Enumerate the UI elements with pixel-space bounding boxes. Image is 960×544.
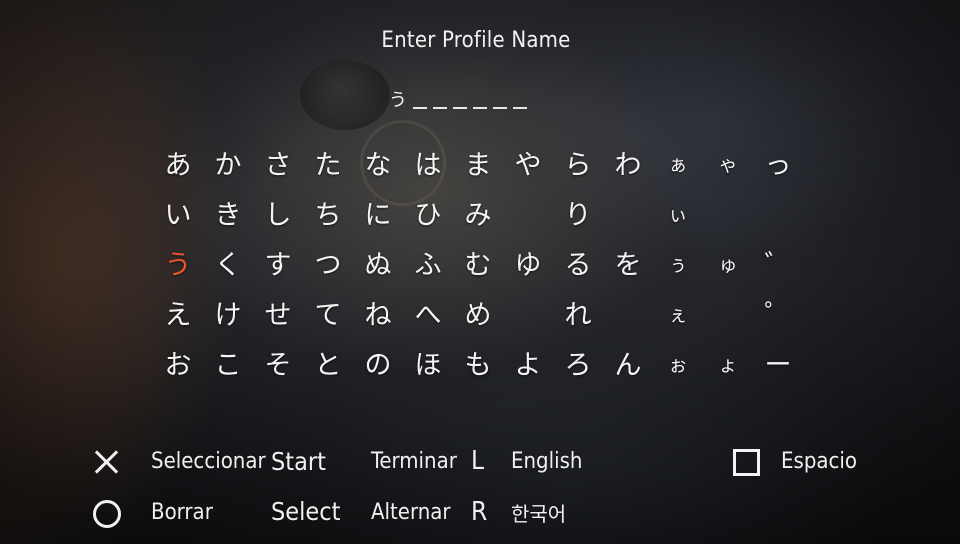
- cross-action-label: Seleccionar: [151, 449, 266, 474]
- l-key-label: L: [471, 446, 485, 476]
- kana-key[interactable]: ょ: [708, 345, 748, 385]
- kana-key[interactable]: ま: [458, 145, 498, 185]
- kana-key[interactable]: ち: [308, 195, 348, 235]
- l-action-label: English: [511, 449, 583, 474]
- kana-key[interactable]: よ: [508, 345, 548, 385]
- kana-key[interactable]: こ: [208, 345, 248, 385]
- kana-key[interactable]: り: [558, 195, 598, 235]
- kana-key[interactable]: う: [158, 245, 198, 285]
- kana-key[interactable]: ぅ: [658, 245, 698, 285]
- select-action-label: Alternar: [371, 500, 451, 525]
- kana-key[interactable]: け: [208, 295, 248, 335]
- kana-key[interactable]: っ: [758, 145, 798, 185]
- start-key-label: Start: [271, 447, 326, 476]
- square-button-icon: [733, 449, 760, 476]
- kana-key[interactable]: ゅ: [708, 245, 748, 285]
- kana-key[interactable]: ほ: [408, 345, 448, 385]
- kana-key[interactable]: な: [358, 145, 398, 185]
- kana-key[interactable]: ぇ: [658, 295, 698, 335]
- kana-key[interactable]: ゛: [758, 245, 798, 285]
- square-action-label: Espacio: [781, 449, 858, 474]
- kana-key[interactable]: へ: [408, 295, 448, 335]
- kana-key[interactable]: き: [208, 195, 248, 235]
- kana-key[interactable]: ゃ: [708, 145, 748, 185]
- kana-key[interactable]: す: [258, 245, 298, 285]
- kana-key[interactable]: は: [408, 145, 448, 185]
- kana-key[interactable]: み: [458, 195, 498, 235]
- kana-key[interactable]: る: [558, 245, 598, 285]
- kana-key[interactable]: ろ: [558, 345, 598, 385]
- kana-key[interactable]: お: [158, 345, 198, 385]
- kana-key[interactable]: た: [308, 145, 348, 185]
- select-key-label: Select: [271, 497, 341, 526]
- start-action-label: Terminar: [371, 449, 457, 474]
- kana-key[interactable]: ら: [558, 145, 598, 185]
- kana-key[interactable]: か: [208, 145, 248, 185]
- kana-key[interactable]: や: [508, 145, 548, 185]
- kana-key[interactable]: ぬ: [358, 245, 398, 285]
- kana-key[interactable]: ん: [608, 345, 648, 385]
- r-action-label: 한국어: [511, 502, 567, 526]
- kana-key[interactable]: ー: [758, 345, 798, 385]
- circle-button-icon: [93, 500, 121, 528]
- kana-key[interactable]: つ: [308, 245, 348, 285]
- kana-key[interactable]: に: [358, 195, 398, 235]
- profile-name-screen: Enter Profile Name う あかさたなはまやらわぁゃっいきしちにひ…: [0, 0, 960, 544]
- kana-key[interactable]: れ: [558, 295, 598, 335]
- kana-key[interactable]: ひ: [408, 195, 448, 235]
- kana-key[interactable]: く: [208, 245, 248, 285]
- kana-key[interactable]: ゆ: [508, 245, 548, 285]
- kana-key[interactable]: わ: [608, 145, 648, 185]
- kana-key[interactable]: め: [458, 295, 498, 335]
- kana-key[interactable]: の: [358, 345, 398, 385]
- kana-key[interactable]: て: [308, 295, 348, 335]
- r-key-label: R: [471, 497, 488, 527]
- kana-key[interactable]: そ: [258, 345, 298, 385]
- kana-key[interactable]: し: [258, 195, 298, 235]
- kana-key[interactable]: と: [308, 345, 348, 385]
- kana-key[interactable]: ふ: [408, 245, 448, 285]
- kana-key[interactable]: ぉ: [658, 345, 698, 385]
- kana-key[interactable]: ぃ: [658, 195, 698, 235]
- kana-key[interactable]: も: [458, 345, 498, 385]
- kana-key[interactable]: ぁ: [658, 145, 698, 185]
- kana-key[interactable]: せ: [258, 295, 298, 335]
- kana-key[interactable]: あ: [158, 145, 198, 185]
- kana-key[interactable]: ゜: [758, 295, 798, 335]
- kana-key[interactable]: え: [158, 295, 198, 335]
- kana-key[interactable]: ね: [358, 295, 398, 335]
- kana-key[interactable]: む: [458, 245, 498, 285]
- kana-key[interactable]: い: [158, 195, 198, 235]
- cross-button-icon: [93, 449, 119, 475]
- kana-key[interactable]: を: [608, 245, 648, 285]
- kana-key[interactable]: さ: [258, 145, 298, 185]
- circle-action-label: Borrar: [151, 500, 213, 525]
